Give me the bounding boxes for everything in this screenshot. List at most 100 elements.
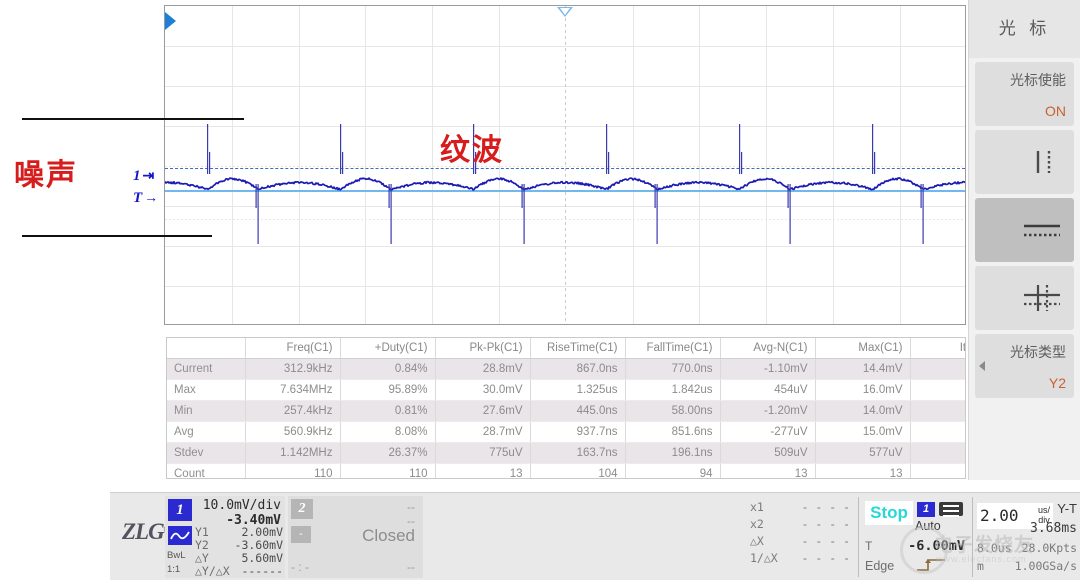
channel1-position-marker[interactable]: 1 ⇥ [133,168,154,185]
menu-item-label: 光标类型 [1010,345,1066,361]
table-cell [910,442,965,464]
noise-bracket-top-inner [164,118,244,120]
table-header-cell: Ite [910,338,965,359]
channel2-value-top: -- [407,500,415,514]
table-cell: 257.4kHz [245,400,341,422]
table-cell: 110 [340,463,436,478]
chevron-left-icon [979,361,985,371]
channel1-scale: 10.0mV/div [202,498,281,513]
table-cell: 27.6mV [435,400,531,422]
table-row-label: Min [167,400,246,422]
table-row[interactable]: Current 312.9kHz 0.84% 28.8mV 867.0ns 770.0ns… [167,358,965,380]
readout-value: - - - - [801,534,850,548]
table-row-label: Current [167,358,246,380]
trigger-coupling-icon [939,502,963,517]
table-cell: 851.6ns [625,421,721,443]
table-row-label: Max [167,379,246,401]
waveform-left-marker [165,12,176,30]
timebase-row-window: 8.0us 28.0Kpts [977,541,1077,555]
readout-row: 1/△X - - - - [750,550,850,567]
table-header-cell [167,338,246,359]
table-cell: 16.0mV [815,379,911,401]
channel1-probe-ratio: 1:1 [167,564,181,575]
readout-row: x1 - - - - [750,499,850,516]
run-stop-button[interactable]: Stop [865,501,913,525]
menu-item-cursor-enable[interactable]: 光标使能 ON [975,62,1074,126]
sample-rate: 1.00GSa/s [1014,559,1077,573]
table-row[interactable]: Min 257.4kHz 0.81% 27.6mV 445.0ns 58.00ns -1.2… [167,400,965,422]
table-header-cell: +Duty(C1) [340,338,436,359]
channel2-sub-dash: - : - [291,560,309,574]
readout-value: ------ [241,564,283,578]
table-cell: 770.0ns [625,358,721,380]
readout-value: - - - - [801,517,850,531]
table-cell: -277uV [720,421,816,443]
readout-row: △Y/△X ------ [195,565,283,578]
table-cell: -1.10mV [720,358,816,380]
vertical-cursor-icon [1020,148,1064,176]
table-row[interactable]: Avg 560.9kHz 8.08% 28.7mV 937.7ns 851.6ns -277… [167,421,965,443]
table-row-label: Avg [167,421,246,443]
table-cell [910,463,965,478]
table-cell: 1.842us [625,379,721,401]
menu-item-cursor-type-y[interactable] [975,198,1074,262]
timebase-panel[interactable]: 2.00 us/ div Y-T 3.68ms 8.0us 28.0Kpts m… [972,497,1080,577]
channel1-wave-icon[interactable] [168,526,192,545]
menu-item-cursor-type-xy[interactable] [975,266,1074,330]
trigger-position-marker-inner [560,8,570,15]
table-cell: 312.9kHz [245,358,341,380]
trigger-source-badge[interactable]: 1 [917,502,935,517]
trigger-level-marker[interactable]: T → [133,190,158,207]
table-cell: 15.0mV [815,421,911,443]
channel2-badge[interactable]: 2 [291,499,313,519]
timebase-row-samplerate: m 1.00GSa/s [977,559,1077,573]
noise-bracket-bottom-inner [164,235,212,237]
measurement-table: Freq(C1) +Duty(C1) Pk-Pk(C1) RiseTime(C1… [167,338,965,478]
trigger-panel[interactable]: Stop 1 Auto T -6.00mV Edge [858,497,969,577]
sample-label: m [977,559,984,573]
table-cell: 13 [435,463,531,478]
menu-item-cursor-type-x[interactable] [975,130,1074,194]
table-header-cell: RiseTime(C1) [530,338,626,359]
table-cell: 445.0ns [530,400,626,422]
table-row[interactable]: Stdev 1.142MHz 26.37% 775uV 163.7ns 196.1ns 50… [167,442,965,464]
waveform-display[interactable] [164,5,966,325]
menu-item-value: ON [1045,103,1066,119]
measurement-table-panel[interactable]: Freq(C1) +Duty(C1) Pk-Pk(C1) RiseTime(C1… [166,337,966,479]
readout-key: x1 [750,500,764,514]
waveform-trace-channel1 [165,124,965,244]
memory-depth: 28.0Kpts [1021,541,1077,555]
side-menu-title: 光 标 [969,0,1080,58]
table-cell: 110 [245,463,341,478]
table-cell: 7.634MHz [245,379,341,401]
trigger-mode[interactable]: Auto [915,519,941,533]
arrow-right-icon: ⇥ [142,169,155,184]
table-row[interactable]: Max 7.634MHz 95.89% 30.0mV 1.325us 1.842us 454… [167,379,965,401]
table-header-cell: Freq(C1) [245,338,341,359]
readout-value: - - - - [801,551,850,565]
trigger-type[interactable]: Edge [865,559,894,573]
timebase-mode: Y-T [1057,501,1077,516]
channel1-badge[interactable]: 1 [168,499,192,521]
table-cell: 95.89% [340,379,436,401]
table-row[interactable]: Count 110 110 13 104 94 13 13 [167,463,965,478]
table-cell: 937.7ns [530,421,626,443]
table-cell: 1.142MHz [245,442,341,464]
table-header-cell: Pk-Pk(C1) [435,338,531,359]
channel1-panel[interactable]: 1 10.0mV/div -3.40mV Y1 2.00mV Y2 -3.60mV … [165,496,285,578]
readout-value: - - - - [801,500,850,514]
logo-text: ZLG [122,519,165,544]
table-cell: 30.0mV [435,379,531,401]
table-cell: 454uV [720,379,816,401]
table-cell: 14.0mV [815,400,911,422]
menu-item-cursor-type[interactable]: 光标类型 Y2 [975,334,1074,398]
channel2-panel[interactable]: 2 -- -- - Closed - : - -- [288,496,423,578]
readout-key: △X [750,534,764,548]
table-cell: 14.4mV [815,358,911,380]
channel2-sub-badge[interactable]: - [291,526,311,543]
status-bar: ZLG® 1 10.0mV/div -3.40mV Y12.00mV Y2-3.… [110,492,1080,580]
cursor-x-readout-panel: x1 - - - - x2 - - - - △X - - - - 1/△X - - - … [750,499,850,577]
timebase-scale-value: 2.00 [980,506,1019,525]
table-cell [910,400,965,422]
readout-row: x2 - - - - [750,516,850,533]
